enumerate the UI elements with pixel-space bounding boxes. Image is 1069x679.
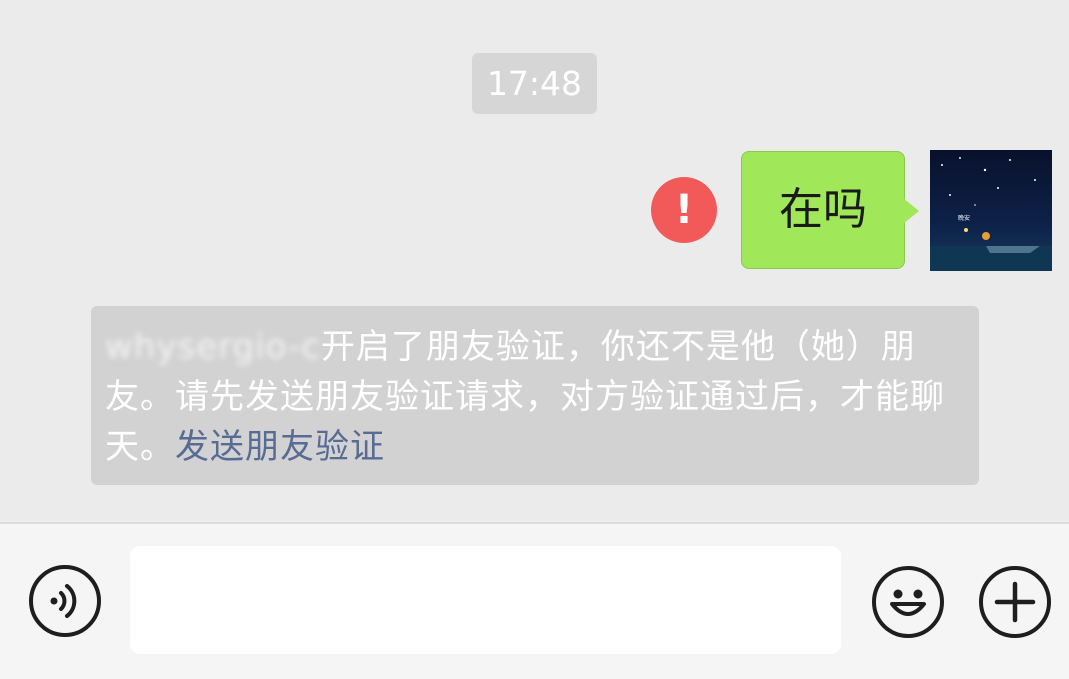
avatar-moon-image: 晚安 (930, 150, 1052, 271)
voice-icon[interactable] (29, 565, 101, 637)
chat-area: 17:48 ! 在吗 晚安 whysergio-c开启了朋友验证，你还不是他（她… (0, 0, 1069, 522)
exclamation-icon[interactable]: ! (651, 177, 717, 243)
sent-message-bubble[interactable]: 在吗 (741, 151, 905, 269)
svg-text:晚安: 晚安 (958, 214, 970, 222)
input-bar (0, 522, 1069, 679)
system-notice: whysergio-c开启了朋友验证，你还不是他（她）朋友。请先发送朋友验证请求… (91, 306, 979, 485)
emoji-icon[interactable] (872, 566, 944, 638)
send-friend-request-link[interactable]: 发送朋友验证 (175, 427, 385, 467)
avatar[interactable]: 晚安 (930, 150, 1052, 271)
timestamp: 17:48 (472, 53, 597, 114)
plus-icon[interactable] (979, 566, 1051, 638)
bubble-tail (903, 198, 919, 224)
message-input[interactable] (130, 546, 841, 654)
contact-name: whysergio-c (105, 327, 321, 367)
